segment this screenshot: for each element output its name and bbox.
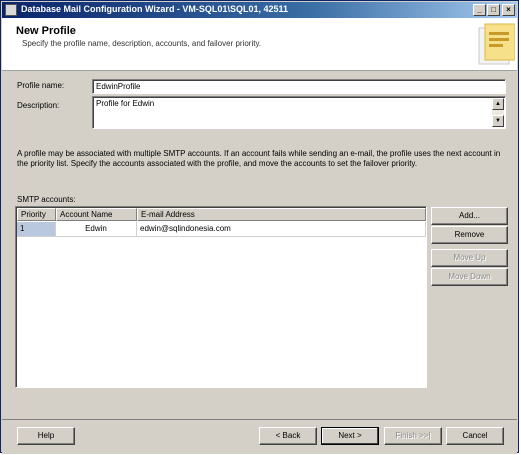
scroll-up-arrow-icon[interactable]: ▲ [492,98,504,110]
cell-account-name[interactable]: Edwin [56,222,137,237]
wizard-window: Database Mail Configuration Wizard - VM-… [0,0,519,454]
scroll-down-arrow-icon[interactable]: ▼ [492,115,504,127]
help-button[interactable]: Help [17,427,75,445]
finish-button[interactable]: Finish >>| [384,427,442,445]
column-header-priority[interactable]: Priority [17,208,56,221]
cell-email-address[interactable]: edwin@sqlindonesia.com [137,222,426,237]
back-button[interactable]: < Back [259,427,317,445]
title-bar: Database Mail Configuration Wizard - VM-… [2,2,517,18]
page-title: New Profile [16,25,76,37]
profile-name-label: Profile name: [17,81,65,90]
remove-button[interactable]: Remove [431,226,508,244]
app-icon [5,4,17,16]
wizard-header: New Profile Specify the profile name, de… [2,18,517,71]
wizard-logo-icon [478,23,515,65]
window-title: Database Mail Configuration Wizard - VM-… [21,4,288,14]
cancel-button[interactable]: Cancel [446,427,504,445]
failover-info-text: A profile may be associated with multipl… [17,149,501,168]
description-text: Profile for Edwin [96,99,155,108]
profile-name-input[interactable]: EdwinProfile [92,79,506,94]
page-subtitle: Specify the profile name, description, a… [22,39,262,48]
smtp-accounts-label: SMTP accounts: [17,195,76,204]
maximize-button[interactable]: □ [487,4,500,16]
description-textarea[interactable]: Profile for Edwin ▲ ▼ [92,96,506,129]
cell-priority[interactable]: 1 [17,222,56,237]
minimize-button[interactable]: _ [473,4,486,16]
smtp-accounts-grid: Priority Account Name E-mail Address 1 E… [15,206,427,388]
close-button[interactable]: × [502,4,515,16]
column-header-account-name[interactable]: Account Name [56,208,137,221]
move-down-button[interactable]: Move Down [431,268,508,286]
column-header-email-address[interactable]: E-mail Address [137,208,426,221]
description-label: Description: [17,101,60,110]
add-button[interactable]: Add... [431,207,508,225]
description-scrollbar[interactable]: ▲ ▼ [492,98,504,127]
next-button[interactable]: Next > [321,427,379,445]
move-up-button[interactable]: Move Up [431,249,508,267]
